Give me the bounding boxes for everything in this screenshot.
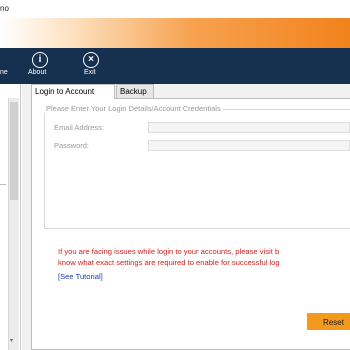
tab-backup[interactable]: Backup: [116, 84, 154, 98]
reset-button[interactable]: Reset: [307, 313, 350, 330]
password-label: Password:: [54, 141, 90, 150]
title-bar: no: [0, 0, 350, 18]
header-banner: [0, 18, 350, 48]
sidebar-divider: [0, 184, 6, 185]
close-icon: ×: [83, 52, 99, 68]
see-tutorial-link[interactable]: [See Tutorial]: [58, 272, 103, 281]
toolbar-home-label: ne: [0, 69, 8, 76]
toolbar-about-label: About: [28, 69, 47, 76]
toolbar-about-button[interactable]: i About: [26, 48, 54, 84]
email-field[interactable]: [148, 122, 350, 133]
window-title: no: [0, 4, 9, 13]
password-field[interactable]: [148, 140, 350, 151]
credentials-legend: Please Enter Your Login Details/Account …: [44, 104, 223, 113]
notice-line-2: know what exact settings are required to…: [58, 258, 280, 267]
email-label: Email Address:: [54, 123, 105, 132]
toolbar-exit-button[interactable]: × Exit: [80, 48, 102, 84]
toolbar-home-button[interactable]: ne: [0, 48, 14, 84]
sidebar-scrollbar[interactable]: [8, 98, 19, 350]
scroll-down-icon[interactable]: ▾: [10, 337, 13, 344]
sidebar-scroll-thumb[interactable]: [10, 102, 18, 200]
toolbar-exit-label: Exit: [84, 69, 96, 76]
tab-login-to-account[interactable]: Login to Account: [31, 84, 115, 99]
info-icon: i: [32, 52, 48, 68]
toolbar: ne i About × Exit: [0, 48, 350, 84]
sidebar: ▾: [0, 84, 21, 350]
notice-line-1: If you are facing issues while login to …: [58, 247, 280, 256]
